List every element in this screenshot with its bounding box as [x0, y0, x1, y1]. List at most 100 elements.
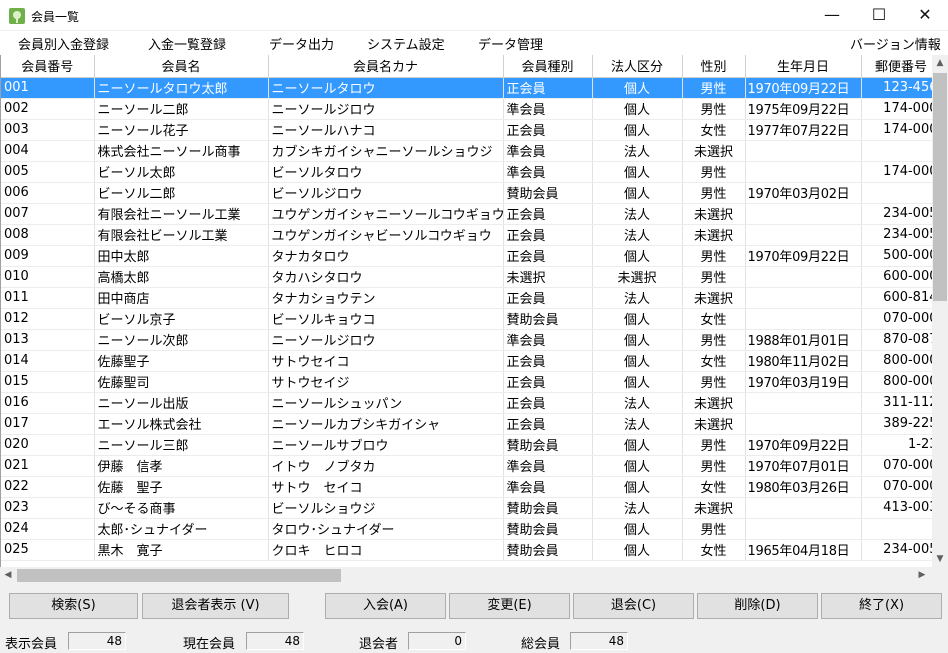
table-row[interactable]: 005ビーソル太郎ビーソルタロウ準会員個人男性 174-000 [1, 161, 932, 183]
cell-birthdate: 1975年09月22日 [745, 98, 862, 120]
table-row[interactable]: 001 ニーソールタロウ太郎 ニーソールタロウ 正会員 個人 男性 1970年09月22日 1… [1, 77, 932, 99]
cell-postal-code: 070-000 [861, 476, 932, 498]
table-row[interactable]: 025 黒木 寛子 クロキ ヒロコ 賛助会員 個人 女性 1965年04月18日 234-00… [1, 539, 932, 561]
change-button[interactable]: 変更(E) [449, 593, 570, 619]
cell-gender: 女性 [682, 119, 746, 141]
vertical-scrollbar[interactable]: ▲ ▼ [932, 55, 948, 567]
menu-member-payment[interactable]: 会員別入金登録 [18, 34, 109, 53]
join-button[interactable]: 入会(A) [325, 593, 446, 619]
cell-birthdate [745, 224, 862, 246]
cell-gender: 未選択 [682, 224, 746, 246]
scroll-right-arrow-icon[interactable]: ▶ [914, 567, 930, 584]
cell-member-kana: サトウセイコ [268, 350, 504, 372]
table-row[interactable]: 021 伊藤 信孝 イトウ ノブタカ 準会員 個人 男性 1970年07月01日 070-00… [1, 455, 932, 477]
horizontal-scrollbar[interactable]: ◀ ▶ [0, 567, 932, 584]
cell-birthdate: 1988年01月01日 [745, 329, 862, 351]
table-row[interactable]: 002 ニーソール二郎 ニーソールジロウ 準会員 個人 男性 1975年09月22日 174-… [1, 98, 932, 120]
col-header-member-type[interactable]: 会員種別 [503, 55, 593, 78]
cell-member-kana: ニーソールジロウ [268, 329, 504, 351]
table-row[interactable]: 007 有限会社ニーソール工業 ユウゲンガイシャニーソールコウギョウ 正会員 法人 未選択… [1, 203, 932, 225]
cell-corp-class: 個人 [592, 371, 683, 393]
col-header-birthdate[interactable]: 生年月日 [745, 55, 862, 78]
menu-version-info[interactable]: バージョン情報 [850, 34, 941, 53]
table-row[interactable]: 004 株式会社ニーソール商事 カブシキガイシャニーソールショウジ 準会員 法人 未選択 [1, 140, 932, 162]
grid-body: 001 ニーソールタロウ太郎 ニーソールタロウ 正会員 個人 男性 1970年09月22日 1… [1, 77, 932, 561]
exit-button[interactable]: 終了(X) [821, 593, 942, 619]
withdrawn-members-value: 0 [408, 632, 466, 650]
table-row[interactable]: 009田中太郎タナカタロウ正会員個人男性1970年09月22日500-000 [1, 245, 932, 267]
cell-postal-code: 174-000 [861, 98, 932, 120]
table-row[interactable]: 006 ビーソル二郎 ビーソルジロウ 賛助会員 個人 男性 1970年03月02日 [1, 182, 932, 204]
cell-member-type: 正会員 [503, 371, 593, 393]
cell-member-no: 006 [1, 182, 95, 204]
cell-member-type: 賛助会員 [503, 182, 593, 204]
cell-member-kana: ニーソールサブロウ [268, 434, 504, 456]
table-row[interactable]: 020 ニーソール三郎 ニーソールサブロウ 賛助会員 個人 男性 1970年09月22日 1-… [1, 434, 932, 456]
menu-system-settings[interactable]: システム設定 [367, 34, 445, 53]
cell-corp-class: 個人 [592, 329, 683, 351]
cell-member-name: ビーソル京子 [94, 308, 269, 330]
cell-member-kana: サトウセイジ [268, 371, 504, 393]
cell-gender: 女性 [682, 539, 746, 561]
cell-member-kana: ニーソールタロウ [268, 77, 504, 99]
table-row[interactable]: 008 有限会社ビーソル工業 ユウゲンガイシャビーソルコウギョウ 正会員 法人 未選択 23… [1, 224, 932, 246]
cell-birthdate [745, 203, 862, 225]
delete-button[interactable]: 削除(D) [697, 593, 818, 619]
table-row[interactable]: 010高橋太郎タカハシタロウ未選択未選択男性600-000 [1, 266, 932, 288]
cell-birthdate [745, 497, 862, 519]
show-withdrawn-button[interactable]: 退会者表示 (V) [142, 593, 289, 619]
cell-member-type: 賛助会員 [503, 518, 593, 540]
cell-member-name: ニーソール出版 [94, 392, 269, 414]
cell-birthdate: 1980年11月02日 [745, 350, 862, 372]
table-row[interactable]: 014佐藤聖子サトウセイコ正会員個人女性1980年11月02日800-000 [1, 350, 932, 372]
col-header-member-name[interactable]: 会員名 [94, 55, 269, 78]
table-row[interactable]: 022佐藤 聖子サトウ セイコ準会員個人女性1980年03月26日070-000 [1, 476, 932, 498]
cell-member-no: 002 [1, 98, 95, 120]
table-row[interactable]: 003 ニーソール花子 ニーソールハナコ 正会員 個人 女性 1977年07月22日 174-… [1, 119, 932, 141]
member-grid[interactable]: 会員番号 会員名 会員名カナ 会員種別 法人区分 性別 生年月日 郵便番号 00… [0, 55, 932, 567]
cell-member-no: 012 [1, 308, 95, 330]
cell-corp-class: 個人 [592, 182, 683, 204]
vertical-scroll-thumb[interactable] [933, 73, 947, 301]
cell-member-type: 正会員 [503, 350, 593, 372]
menu-payment-list[interactable]: 入金一覧登録 [148, 34, 226, 53]
minimize-button[interactable]: — [809, 0, 855, 31]
horizontal-scroll-thumb[interactable] [17, 569, 341, 582]
col-header-postal-code[interactable]: 郵便番号 [861, 55, 932, 78]
cell-member-name: ニーソール二郎 [94, 98, 269, 120]
current-members-value: 48 [246, 632, 304, 650]
cell-member-type: 賛助会員 [503, 497, 593, 519]
col-header-gender[interactable]: 性別 [682, 55, 746, 78]
menu-data-output[interactable]: データ出力 [269, 34, 334, 53]
table-row[interactable]: 012ビーソル京子ビーソルキョウコ賛助会員個人女性 070-000 [1, 308, 932, 330]
cell-corp-class: 個人 [592, 308, 683, 330]
menu-data-management[interactable]: データ管理 [478, 34, 543, 53]
scroll-left-arrow-icon[interactable]: ◀ [0, 567, 16, 584]
table-row[interactable]: 011田中商店タナカショウテン正会員法人未選択 600-814 [1, 287, 932, 309]
cell-member-no: 004 [1, 140, 95, 162]
table-row[interactable]: 016ニーソール出版ニーソールシュッパン正会員法人未選択 311-112 [1, 392, 932, 414]
cell-corp-class: 個人 [592, 476, 683, 498]
cell-postal-code: 500-000 [861, 245, 932, 267]
close-button[interactable]: ✕ [902, 0, 948, 31]
cell-corp-class: 個人 [592, 518, 683, 540]
table-row[interactable]: 023び～そる商事ビーソルショウジ賛助会員法人未選択 413-003 [1, 497, 932, 519]
col-header-corp-class[interactable]: 法人区分 [592, 55, 683, 78]
search-button[interactable]: 検索(S) [9, 593, 138, 619]
cell-member-no: 013 [1, 329, 95, 351]
cell-member-name: 有限会社ニーソール工業 [94, 203, 269, 225]
cell-corp-class: 法人 [592, 140, 683, 162]
window-title: 会員一覧 [31, 10, 80, 24]
col-header-member-no[interactable]: 会員番号 [1, 55, 95, 78]
table-row[interactable]: 013 ニーソール次郎 ニーソールジロウ 準会員 個人 男性 1988年01月01日 870-… [1, 329, 932, 351]
col-header-member-kana[interactable]: 会員名カナ [268, 55, 504, 78]
scroll-up-arrow-icon[interactable]: ▲ [932, 55, 948, 71]
scroll-down-arrow-icon[interactable]: ▼ [932, 551, 948, 567]
maximize-button[interactable]: ☐ [856, 0, 902, 31]
table-row[interactable]: 017エーソル株式会社ニーソールカブシキガイシャ正会員法人未選択 389-225 [1, 413, 932, 435]
table-row[interactable]: 015佐藤聖司サトウセイジ正会員個人男性1970年03月19日800-000 [1, 371, 932, 393]
cell-member-kana: ニーソールジロウ [268, 98, 504, 120]
withdraw-button[interactable]: 退会(C) [573, 593, 694, 619]
table-row[interactable]: 024 太郎･シュナイダー タロウ･シュナイダー 賛助会員 個人 男性 [1, 518, 932, 540]
cell-member-no: 025 [1, 539, 95, 561]
